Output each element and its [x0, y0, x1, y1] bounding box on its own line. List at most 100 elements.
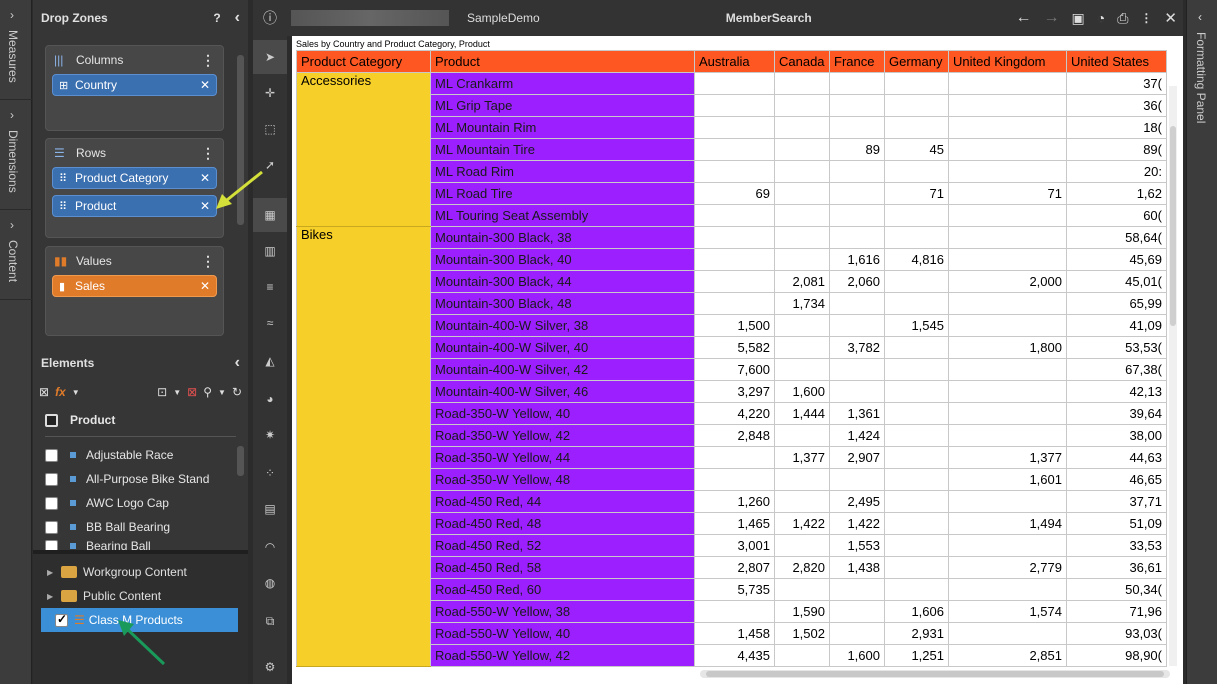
list-item[interactable]: All-Purpose Bike Stand [33, 467, 248, 491]
value-cell[interactable] [948, 402, 1067, 425]
value-cell[interactable]: 2,495 [829, 490, 885, 513]
values-zone[interactable]: ▮▮ Values ⋮ ▮ Sales ✕ [45, 246, 224, 336]
value-cell[interactable]: 1,500 [694, 314, 775, 337]
dropdown-icon[interactable]: ▼ [218, 388, 226, 397]
close-icon[interactable]: ✕ [1164, 9, 1177, 27]
forward-icon[interactable]: → [1044, 9, 1060, 27]
value-cell[interactable] [694, 248, 775, 271]
back-icon[interactable]: ← [1016, 9, 1032, 27]
value-cell[interactable]: 2,931 [884, 622, 949, 645]
column-header[interactable]: Product [430, 50, 695, 73]
value-cell[interactable] [694, 292, 775, 315]
value-cell[interactable] [884, 468, 949, 491]
value-cell[interactable] [884, 116, 949, 139]
value-cell[interactable]: 1,800 [948, 336, 1067, 359]
value-cell[interactable]: 36( [1066, 94, 1167, 117]
product-cell[interactable]: ML Mountain Tire [430, 138, 695, 161]
value-cell[interactable] [694, 204, 775, 227]
value-cell[interactable]: 1,606 [884, 600, 949, 623]
value-cell[interactable]: 4,816 [884, 248, 949, 271]
value-cell[interactable] [884, 204, 949, 227]
value-cell[interactable]: 1,251 [884, 644, 949, 667]
value-cell[interactable]: 1,545 [884, 314, 949, 337]
value-cell[interactable] [694, 116, 775, 139]
value-cell[interactable] [694, 72, 775, 95]
value-cell[interactable]: 5,582 [694, 336, 775, 359]
value-cell[interactable]: 98,90( [1066, 644, 1167, 667]
list-header[interactable]: Product [33, 408, 248, 432]
save-icon[interactable]: ▣ [1072, 10, 1085, 27]
value-cell[interactable] [884, 402, 949, 425]
value-cell[interactable]: 1,600 [829, 644, 885, 667]
dropdown-icon[interactable]: ▼ [173, 388, 181, 397]
pill-sales[interactable]: ▮ Sales ✕ [52, 275, 217, 297]
value-cell[interactable]: 3,001 [694, 534, 775, 557]
value-cell[interactable]: 2,000 [948, 270, 1067, 293]
category-cell[interactable]: Bikes [296, 226, 431, 667]
value-cell[interactable] [948, 160, 1067, 183]
value-cell[interactable]: 5,735 [694, 578, 775, 601]
value-cell[interactable]: 3,297 [694, 380, 775, 403]
value-cell[interactable] [948, 380, 1067, 403]
value-cell[interactable]: 1,62 [1066, 182, 1167, 205]
treemap-icon[interactable]: ▤ [253, 492, 287, 526]
product-cell[interactable]: Road-350-W Yellow, 40 [430, 402, 695, 425]
value-cell[interactable]: 1,444 [774, 402, 830, 425]
value-cell[interactable] [774, 644, 830, 667]
value-cell[interactable]: 1,601 [948, 468, 1067, 491]
value-cell[interactable] [884, 226, 949, 249]
column-header[interactable]: Germany [884, 50, 949, 73]
value-cell[interactable]: 1,574 [948, 600, 1067, 623]
value-cell[interactable]: 2,081 [774, 270, 830, 293]
value-cell[interactable]: 65,99 [1066, 292, 1167, 315]
value-cell[interactable] [774, 160, 830, 183]
value-cell[interactable] [948, 116, 1067, 139]
product-cell[interactable]: Road-350-W Yellow, 44 [430, 446, 695, 469]
value-cell[interactable]: 1,422 [829, 512, 885, 535]
pill-country[interactable]: ⊞ Country ✕ [52, 74, 217, 96]
pill-product[interactable]: ⠿ Product ✕ [52, 195, 217, 217]
more-icon[interactable]: ⋮ [1140, 11, 1152, 25]
close-icon[interactable]: ✕ [200, 78, 210, 92]
value-cell[interactable]: 38,00 [1066, 424, 1167, 447]
pie-chart-icon[interactable]: ◕ [253, 382, 287, 416]
value-cell[interactable] [948, 204, 1067, 227]
value-cell[interactable] [774, 314, 830, 337]
collapse-icon[interactable]: ‹ [235, 354, 240, 372]
value-cell[interactable] [884, 358, 949, 381]
grid-vertical-scrollbar[interactable] [1169, 86, 1177, 666]
product-cell[interactable]: Mountain-400-W Silver, 46 [430, 380, 695, 403]
clear-icon[interactable]: ⊠ [39, 385, 49, 399]
value-cell[interactable] [884, 94, 949, 117]
value-cell[interactable] [884, 292, 949, 315]
value-cell[interactable]: 1,616 [829, 248, 885, 271]
custom-visual-icon[interactable]: ⧉ [253, 604, 287, 638]
value-cell[interactable] [694, 226, 775, 249]
value-cell[interactable]: 2,851 [948, 644, 1067, 667]
value-cell[interactable] [694, 600, 775, 623]
value-cell[interactable]: 7,600 [694, 358, 775, 381]
more-icon[interactable]: ⋮ [201, 253, 215, 270]
product-cell[interactable]: ML Touring Seat Assembly [430, 204, 695, 227]
scatter-chart-icon[interactable]: ⁘ [253, 456, 287, 490]
value-cell[interactable] [948, 94, 1067, 117]
product-cell[interactable]: Mountain-300 Black, 38 [430, 226, 695, 249]
product-cell[interactable]: Road-550-W Yellow, 38 [430, 600, 695, 623]
product-cell[interactable]: Road-450 Red, 48 [430, 512, 695, 535]
value-cell[interactable]: 46,65 [1066, 468, 1167, 491]
value-cell[interactable] [884, 446, 949, 469]
value-cell[interactable]: 45 [884, 138, 949, 161]
value-cell[interactable] [884, 534, 949, 557]
value-cell[interactable] [948, 138, 1067, 161]
value-cell[interactable]: 53,53( [1066, 336, 1167, 359]
value-cell[interactable] [948, 578, 1067, 601]
gauge-icon[interactable]: ◠ [253, 530, 287, 564]
close-icon[interactable]: ✕ [200, 199, 210, 213]
select-all-checkbox[interactable] [45, 413, 58, 427]
close-icon[interactable]: ✕ [200, 279, 210, 293]
expand-icon[interactable]: ▶ [47, 592, 61, 601]
more-icon[interactable]: ⋮ [201, 52, 215, 69]
columns-zone[interactable]: ||| Columns ⋮ ⊞ Country ✕ [45, 45, 224, 131]
value-cell[interactable]: 67,38( [1066, 358, 1167, 381]
value-cell[interactable]: 2,907 [829, 446, 885, 469]
